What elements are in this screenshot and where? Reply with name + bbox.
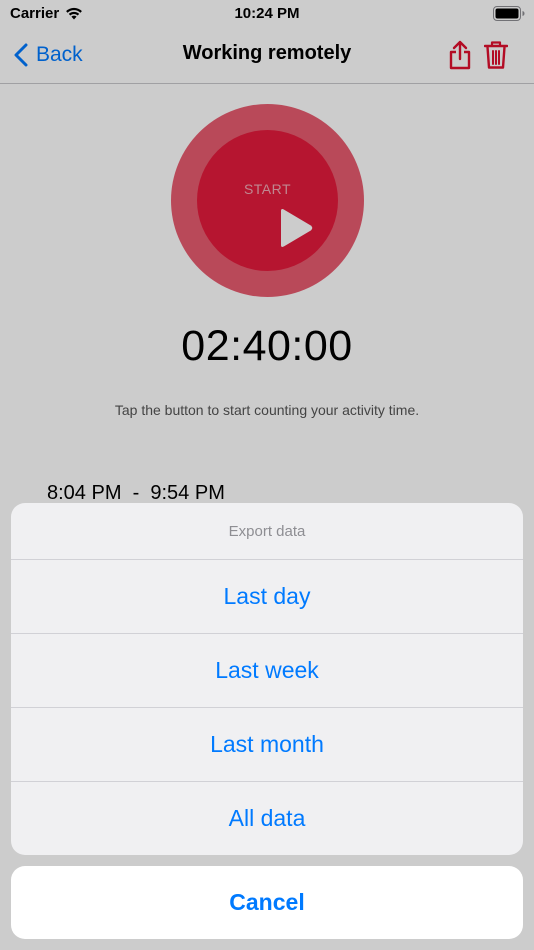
cancel-button[interactable]: Cancel <box>11 866 523 939</box>
export-all-data-button[interactable]: All data <box>11 782 523 855</box>
export-last-day-button[interactable]: Last day <box>11 560 523 634</box>
export-last-week-button[interactable]: Last week <box>11 634 523 708</box>
action-sheet-title: Export data <box>11 503 523 560</box>
export-last-month-button[interactable]: Last month <box>11 708 523 782</box>
export-action-sheet: Export data Last day Last week Last mont… <box>11 503 523 855</box>
